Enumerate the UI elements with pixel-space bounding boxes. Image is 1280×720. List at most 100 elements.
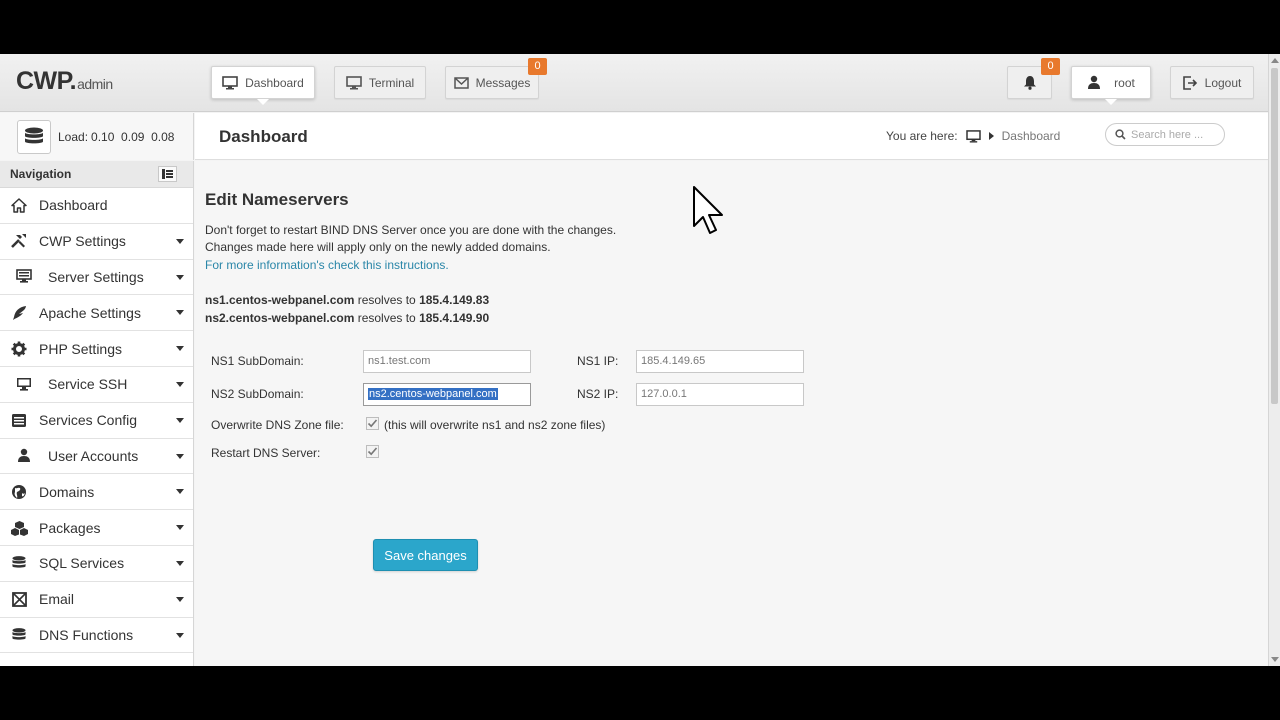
caret-down-icon bbox=[176, 346, 184, 352]
sidebar-item-label: Packages bbox=[39, 519, 101, 536]
sidebar-item-label: Service SSH bbox=[48, 376, 128, 393]
caret-down-icon bbox=[176, 310, 184, 316]
terminal-button-label: Terminal bbox=[368, 75, 415, 90]
navigation-header: Navigation bbox=[0, 161, 193, 188]
caret-down-icon bbox=[176, 417, 184, 423]
ns2-resolved-ip: 185.4.149.90 bbox=[419, 311, 490, 325]
globe-icon bbox=[10, 483, 28, 501]
dashboard-button[interactable]: Dashboard bbox=[211, 66, 315, 105]
sidebar-item-dashboard[interactable]: Dashboard bbox=[0, 188, 193, 224]
restart-note: Don't forget to restart BIND DNS Server … bbox=[205, 223, 617, 237]
monitor-icon bbox=[15, 375, 33, 393]
scroll-up-icon[interactable] bbox=[1271, 58, 1279, 63]
logo[interactable]: CWP.admin bbox=[16, 67, 113, 96]
scrollbar-thumb[interactable] bbox=[1271, 68, 1278, 404]
sidebar-item-label: Domains bbox=[39, 483, 95, 500]
notifications-count-badge: 0 bbox=[1041, 58, 1060, 75]
caret-down-icon bbox=[176, 632, 184, 638]
sidebar-item-service-ssh[interactable]: Service SSH bbox=[0, 367, 193, 403]
ns1-ip-input[interactable]: 185.4.149.65 bbox=[636, 350, 804, 373]
server-icon bbox=[15, 268, 33, 286]
monitor-icon bbox=[222, 75, 238, 89]
caret-down-icon bbox=[176, 560, 184, 566]
navigation-title: Navigation bbox=[10, 167, 72, 181]
sidebar-item-user-accounts[interactable]: User Accounts bbox=[0, 439, 193, 475]
database-icon bbox=[10, 554, 28, 572]
email-icon bbox=[10, 590, 28, 608]
breadcrumb-prefix: You are here: bbox=[886, 129, 958, 143]
dashboard-button-label: Dashboard bbox=[245, 75, 304, 90]
sidebar-item-label: Apache Settings bbox=[39, 304, 141, 321]
sidebar-item-dns-functions[interactable]: DNS Functions bbox=[0, 618, 193, 654]
caret-down-icon bbox=[176, 274, 184, 280]
ns2-resolve-text: resolves to bbox=[354, 311, 420, 325]
section-heading: Edit Nameservers bbox=[205, 190, 349, 209]
terminal-button[interactable]: Terminal bbox=[334, 66, 426, 99]
load-values: 0.10 0.09 0.08 bbox=[91, 129, 175, 144]
user-icon bbox=[15, 447, 33, 465]
overwrite-zone-checkbox[interactable] bbox=[366, 417, 379, 430]
sidebar-item-packages[interactable]: Packages bbox=[0, 510, 193, 546]
search-box bbox=[1105, 123, 1225, 146]
ns2-ip-label: NS2 IP: bbox=[577, 387, 619, 401]
sidebar-item-label: Server Settings bbox=[48, 268, 144, 285]
sidebar-toggle-button[interactable] bbox=[158, 166, 177, 182]
messages-button-label: Messages bbox=[475, 75, 531, 90]
monitor-icon bbox=[346, 75, 362, 89]
server-load-panel: Load: 0.10 0.09 0.08 bbox=[0, 113, 194, 160]
restart-dns-checkbox[interactable] bbox=[366, 445, 379, 458]
sidebar-item-services-config[interactable]: Services Config bbox=[0, 403, 193, 439]
caret-down-icon bbox=[176, 381, 184, 387]
overwrite-zone-hint: (this will overwrite ns1 and ns2 zone fi… bbox=[384, 418, 606, 432]
tools-icon bbox=[10, 232, 28, 250]
search-input[interactable] bbox=[1131, 128, 1223, 141]
ns1-resolve-text: resolves to bbox=[354, 293, 420, 307]
apply-note: Changes made here will apply only on the… bbox=[205, 240, 551, 254]
messages-button[interactable]: Messages 0 bbox=[445, 58, 547, 99]
sidebar-item-label: Dashboard bbox=[39, 197, 108, 214]
home-icon bbox=[10, 196, 28, 214]
breadcrumb: You are here: Dashboard bbox=[886, 129, 1060, 143]
ns2-ip-input[interactable]: 127.0.0.1 bbox=[636, 383, 804, 406]
checkmark-icon bbox=[366, 445, 379, 458]
overwrite-zone-label: Overwrite DNS Zone file: bbox=[211, 418, 344, 432]
ns2-subdomain-input[interactable]: ns2.centos-webpanel.com bbox=[363, 383, 531, 406]
ns1-resolve-line: ns1.centos-webpanel.com resolves to 185.… bbox=[205, 293, 489, 307]
user-menu-button[interactable]: root bbox=[1071, 66, 1151, 105]
caret-down-icon bbox=[176, 525, 184, 531]
ns2-resolve-line: ns2.centos-webpanel.com resolves to 185.… bbox=[205, 311, 489, 325]
ns2-hostname: ns2.centos-webpanel.com bbox=[205, 311, 355, 325]
cwp-admin-window: CWP.admin Dashboard Terminal Messages 0 … bbox=[0, 54, 1280, 666]
sidebar-item-php-settings[interactable]: PHP Settings bbox=[0, 331, 193, 367]
caret-down-icon bbox=[176, 596, 184, 602]
feather-icon bbox=[10, 304, 28, 322]
logout-button-label: Logout bbox=[1204, 75, 1242, 90]
save-changes-button[interactable]: Save changes bbox=[373, 539, 478, 571]
breadcrumb-current[interactable]: Dashboard bbox=[1002, 129, 1061, 143]
sidebar-item-cwp-settings[interactable]: CWP Settings bbox=[0, 224, 193, 260]
sidebar-item-domains[interactable]: Domains bbox=[0, 474, 193, 511]
sidebar-item-sql-services[interactable]: SQL Services bbox=[0, 546, 193, 582]
sidebar-item-email[interactable]: Email bbox=[0, 582, 193, 618]
scroll-down-icon[interactable] bbox=[1271, 657, 1279, 662]
cubes-icon bbox=[10, 519, 28, 537]
instructions-link[interactable]: For more information's check this instru… bbox=[205, 258, 449, 272]
sidebar-item-apache-settings[interactable]: Apache Settings bbox=[0, 295, 193, 332]
top-header: CWP.admin Dashboard Terminal Messages 0 … bbox=[0, 54, 1268, 112]
user-icon bbox=[1088, 75, 1101, 89]
checkmark-icon bbox=[366, 417, 379, 430]
mouse-cursor-icon bbox=[693, 186, 723, 234]
monitor-icon bbox=[965, 129, 981, 143]
ns1-subdomain-label: NS1 SubDomain: bbox=[211, 354, 304, 368]
database-icon bbox=[17, 119, 51, 154]
ns2-subdomain-value: ns2.centos-webpanel.com bbox=[368, 388, 498, 400]
sidebar-item-server-settings[interactable]: Server Settings bbox=[0, 260, 193, 296]
vertical-scrollbar[interactable] bbox=[1268, 54, 1280, 666]
envelope-icon bbox=[453, 76, 469, 89]
notifications-button[interactable]: 0 bbox=[1007, 58, 1060, 99]
logout-button[interactable]: Logout bbox=[1170, 66, 1254, 99]
main-content: Edit Nameservers Don't forget to restart… bbox=[195, 161, 1268, 666]
sidebar-item-label: SQL Services bbox=[39, 555, 125, 572]
restart-dns-label: Restart DNS Server: bbox=[211, 446, 321, 460]
ns1-subdomain-input[interactable]: ns1.test.com bbox=[363, 350, 531, 373]
